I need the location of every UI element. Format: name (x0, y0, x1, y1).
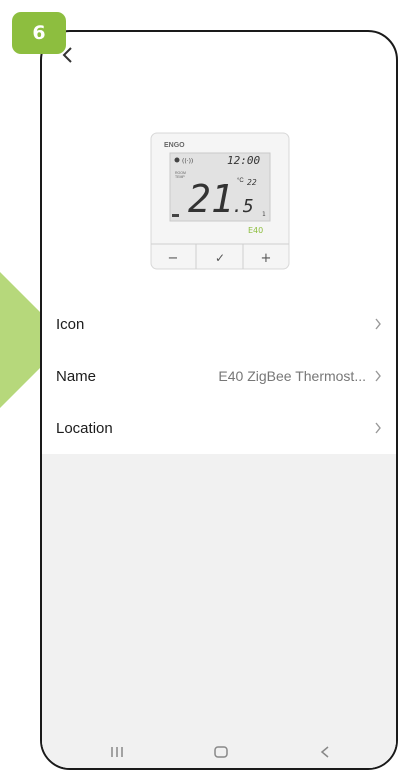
device-check-button: ✓ (215, 251, 225, 265)
device-temp-decimal: .5 (232, 196, 254, 217)
chevron-right-icon (375, 370, 381, 382)
device-brand: ENGO (164, 142, 185, 149)
system-nav-bar (42, 738, 396, 768)
recents-icon[interactable] (110, 746, 124, 758)
device-set-temp: 22 (247, 178, 257, 187)
device-unit: °C (237, 178, 244, 184)
empty-content-area (42, 454, 396, 768)
step-badge: 6 (12, 12, 66, 54)
device-time: 12:00 (227, 154, 260, 167)
settings-row-icon[interactable]: Icon (42, 298, 396, 350)
device-model: E40 (248, 226, 263, 235)
row-label-name: Name (56, 367, 97, 385)
svg-text:((·)): ((·)) (182, 158, 193, 165)
device-minus-button: − (168, 251, 179, 266)
settings-list: Icon Name E40 ZigBee Thermost... Locatio… (42, 298, 396, 454)
row-label-icon: Icon (56, 315, 85, 333)
chevron-right-icon (375, 422, 381, 434)
row-value-name: E40 ZigBee Thermost... (218, 368, 366, 384)
row-label-location: Location (56, 419, 113, 437)
svg-text:1: 1 (262, 211, 266, 218)
thermostat-image: ENGO ((·)) 12:00 ROOM TEMP 21 .5 °C 22 1… (150, 132, 290, 270)
svg-text:TEMP: TEMP (175, 175, 185, 179)
settings-row-name[interactable]: Name E40 ZigBee Thermost... (42, 350, 396, 402)
home-icon[interactable] (214, 746, 228, 758)
device-plus-button: + (261, 251, 272, 266)
device-temp-main: 21 (188, 177, 234, 221)
chevron-right-icon (375, 318, 381, 330)
settings-row-location[interactable]: Location (42, 402, 396, 454)
phone-screen: ENGO ((·)) 12:00 ROOM TEMP 21 .5 °C 22 1… (40, 30, 398, 770)
back-icon[interactable] (320, 746, 330, 758)
